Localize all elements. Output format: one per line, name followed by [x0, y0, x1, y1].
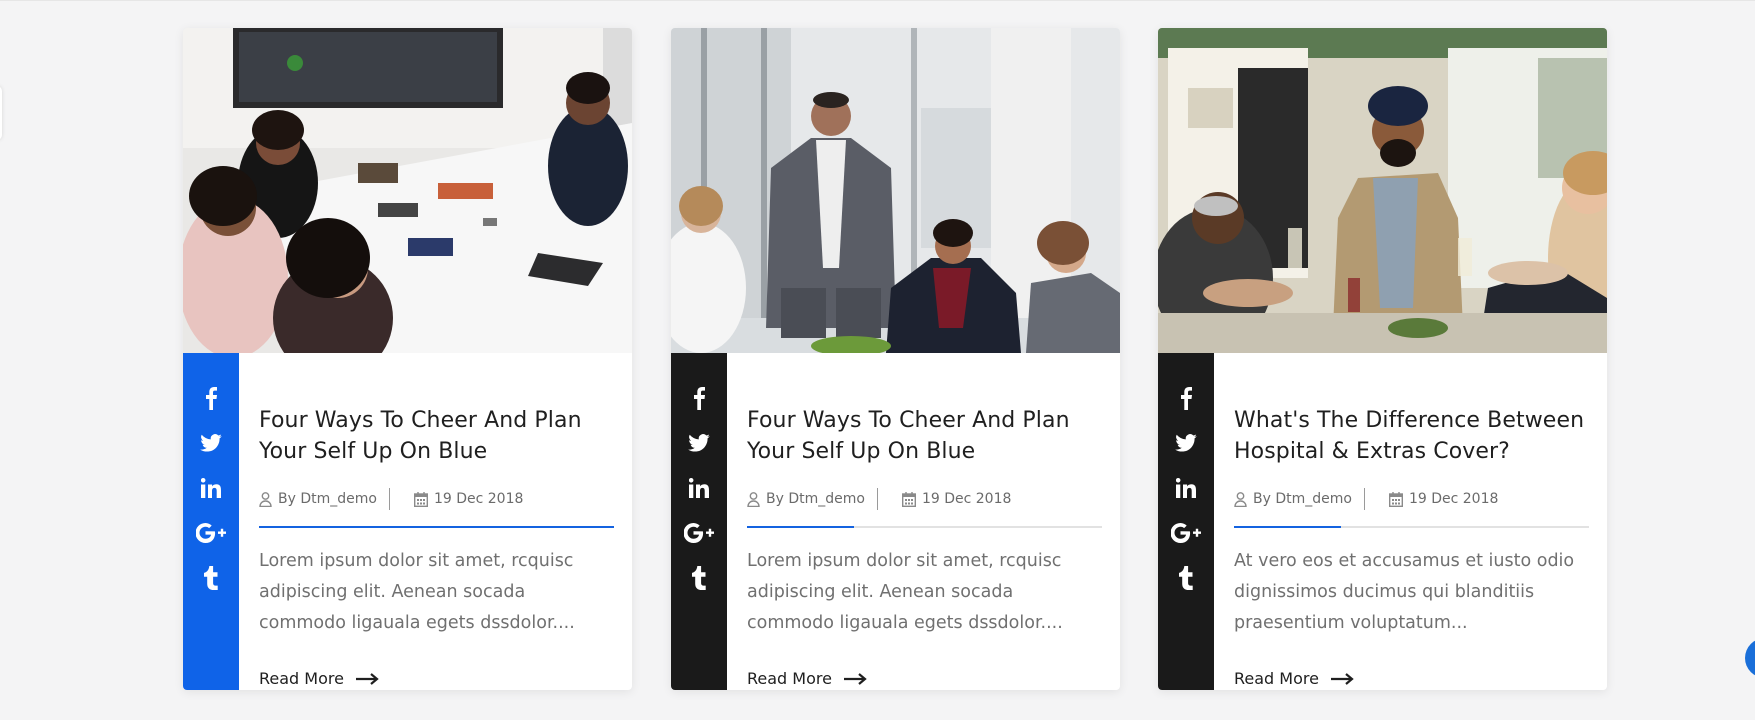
- post-meta: By Dtm_demo 19 Dec 2018: [259, 488, 614, 510]
- read-more-label: Read More: [747, 669, 832, 688]
- twitter-icon[interactable]: [196, 428, 226, 458]
- facebook-icon[interactable]: [196, 383, 226, 413]
- linkedin-icon[interactable]: [684, 473, 714, 503]
- arrow-right-icon: [1330, 672, 1354, 685]
- user-icon: [259, 491, 272, 507]
- meta-separator: [876, 488, 878, 510]
- meta-separator: [1363, 488, 1365, 510]
- read-more-link[interactable]: Read More: [259, 669, 380, 688]
- share-bar: [183, 353, 239, 690]
- arrow-right-icon: [355, 672, 379, 685]
- side-tab[interactable]: [0, 86, 2, 140]
- post-meta: By Dtm_demo 19 Dec 2018: [747, 488, 1102, 510]
- linkedin-icon[interactable]: [196, 473, 226, 503]
- facebook-icon[interactable]: [684, 383, 714, 413]
- date-meta[interactable]: 19 Dec 2018: [413, 491, 524, 507]
- user-icon: [1234, 491, 1247, 507]
- top-divider: [0, 0, 1755, 1]
- read-more-link[interactable]: Read More: [1234, 669, 1355, 688]
- read-more-label: Read More: [1234, 669, 1319, 688]
- calendar-icon: [1388, 491, 1403, 507]
- divider-progress: [747, 526, 854, 528]
- blog-card: What's The Difference Between Hospital &…: [1158, 28, 1607, 690]
- card-image[interactable]: [183, 28, 632, 353]
- google-plus-icon[interactable]: [684, 518, 714, 548]
- arrow-right-icon: [843, 672, 867, 685]
- tumblr-icon[interactable]: [1171, 563, 1201, 593]
- author-meta[interactable]: By Dtm_demo: [747, 491, 865, 507]
- floating-action-button[interactable]: [1745, 638, 1755, 678]
- linkedin-icon[interactable]: [1171, 473, 1201, 503]
- share-bar: [1158, 353, 1214, 690]
- tumblr-icon[interactable]: [196, 563, 226, 593]
- meta-divider: [1234, 526, 1589, 528]
- twitter-icon[interactable]: [684, 428, 714, 458]
- divider-progress: [259, 526, 614, 528]
- facebook-icon[interactable]: [1171, 383, 1201, 413]
- date-meta[interactable]: 19 Dec 2018: [901, 491, 1012, 507]
- share-bar: [671, 353, 727, 690]
- meta-separator: [388, 488, 390, 510]
- divider-progress: [1234, 526, 1341, 528]
- calendar-icon: [901, 491, 916, 507]
- read-more-label: Read More: [259, 669, 344, 688]
- card-image[interactable]: [671, 28, 1120, 353]
- tumblr-icon[interactable]: [684, 563, 714, 593]
- post-excerpt: At vero eos et accusamus et iusto odio d…: [1234, 551, 1575, 633]
- card-title[interactable]: Four Ways To Cheer And Plan Your Self Up…: [259, 405, 614, 467]
- celebration-toast-illustration: [1158, 28, 1607, 353]
- blog-card: Four Ways To Cheer And Plan Your Self Up…: [671, 28, 1120, 690]
- author-meta[interactable]: By Dtm_demo: [1234, 491, 1352, 507]
- user-icon: [747, 491, 760, 507]
- post-excerpt: Lorem ipsum dolor sit amet, rcquisc adip…: [747, 551, 1063, 633]
- date-meta[interactable]: 19 Dec 2018: [1388, 491, 1499, 507]
- twitter-icon[interactable]: [1171, 428, 1201, 458]
- read-more-link[interactable]: Read More: [747, 669, 868, 688]
- author-name: By Dtm_demo: [278, 491, 377, 507]
- author-name: By Dtm_demo: [766, 491, 865, 507]
- post-date: 19 Dec 2018: [1408, 491, 1499, 507]
- calendar-icon: [413, 491, 428, 507]
- business-presentation-illustration: [671, 28, 1120, 353]
- post-excerpt: Lorem ipsum dolor sit amet, rcquisc adip…: [259, 551, 575, 633]
- meta-divider: [259, 526, 614, 528]
- card-title[interactable]: Four Ways To Cheer And Plan Your Self Up…: [747, 405, 1102, 467]
- blog-card: Four Ways To Cheer And Plan Your Self Up…: [183, 28, 632, 690]
- card-image[interactable]: [1158, 28, 1607, 353]
- meta-divider: [747, 526, 1102, 528]
- post-meta: By Dtm_demo 19 Dec 2018: [1234, 488, 1589, 510]
- office-meeting-illustration: [183, 28, 632, 353]
- google-plus-icon[interactable]: [1171, 518, 1201, 548]
- post-date: 19 Dec 2018: [433, 491, 524, 507]
- card-title[interactable]: What's The Difference Between Hospital &…: [1234, 405, 1589, 467]
- google-plus-icon[interactable]: [196, 518, 226, 548]
- author-meta[interactable]: By Dtm_demo: [259, 491, 377, 507]
- author-name: By Dtm_demo: [1253, 491, 1352, 507]
- post-date: 19 Dec 2018: [921, 491, 1012, 507]
